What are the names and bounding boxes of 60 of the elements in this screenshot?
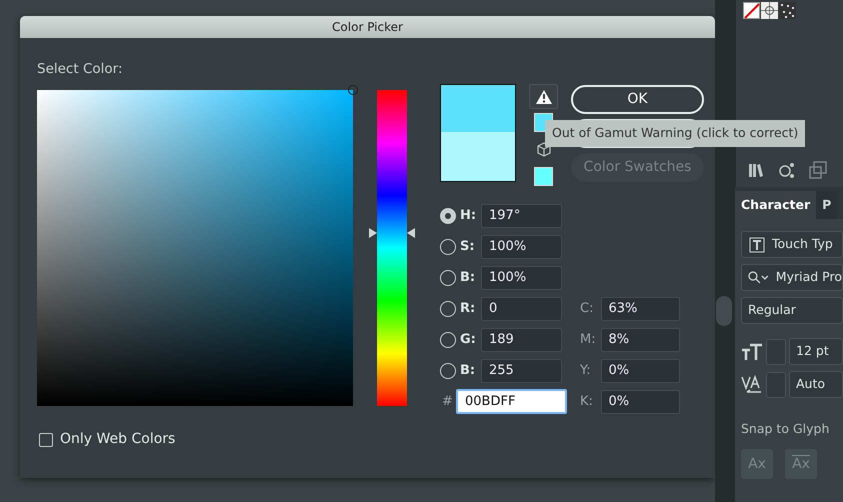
value-field[interactable]: 100% [481,266,562,290]
warning-button[interactable] [529,84,558,110]
web-safe-swatch[interactable] [534,167,553,186]
snap-label: Snap to Glyph [741,420,830,438]
value-field[interactable]: 8% [600,328,680,352]
hex-input-field[interactable]: 00BDFF [456,389,567,414]
field-label: B: [460,362,476,380]
place-icon[interactable] [809,161,827,179]
tracking-field[interactable]: Auto [789,371,843,398]
value-field[interactable]: 197° [481,204,562,228]
field-label: S: [460,238,476,256]
value-field[interactable]: 63% [600,296,680,321]
none-swatch-icon[interactable] [743,2,760,19]
library-icon[interactable] [747,161,765,179]
search-icon [748,271,770,284]
value-field[interactable]: 255 [481,358,562,383]
font-size-icon [741,342,763,360]
field-label: H: [460,207,478,225]
field-label: C: [580,300,594,318]
panel-tab[interactable]: P [816,191,838,219]
font-size-field[interactable]: 12 pt [789,338,843,365]
font-family-field[interactable]: Myriad Pro [741,264,843,291]
field-label: G: [460,331,477,349]
scroll-handle[interactable] [716,296,732,326]
value-field[interactable]: 0% [600,358,680,383]
value-field[interactable]: 0% [600,390,680,414]
radio-button[interactable] [440,362,456,379]
value-field[interactable]: 100% [481,234,562,259]
pattern-swatch-icon[interactable] [779,2,796,19]
field-label: Y: [580,362,592,380]
radio-button[interactable] [440,208,456,224]
tracking-stepper[interactable] [766,372,786,398]
value-field[interactable]: 0 [481,296,562,321]
window-title: Color Picker [20,16,715,38]
cube-icon [536,142,550,158]
field-label: B: [460,269,476,287]
field-label: K: [580,393,594,411]
hue-slider-handle[interactable] [369,228,415,238]
tracking-icon [741,374,763,394]
value-field[interactable]: 189 [481,328,562,352]
field-label: # [442,393,454,411]
font-style-field[interactable]: Regular [741,297,843,324]
radio-button[interactable] [440,300,456,317]
field-label: M: [580,331,597,349]
select-color-label: Select Color: [37,60,122,79]
panel-tab[interactable]: Character [735,191,816,219]
touch-type-button[interactable]: Touch Typ [741,231,843,258]
warning-icon [534,88,552,105]
radio-button[interactable] [440,270,456,286]
radio-button[interactable] [440,332,456,348]
checkbox[interactable] [39,432,53,447]
picker-cursor[interactable] [348,85,358,96]
dialog-button[interactable]: OK [571,85,704,114]
tooltip: Out of Gamut Warning (click to correct) [545,120,806,147]
field-label: R: [460,300,476,318]
checkbox-label: Only Web Colors [60,430,176,450]
radio-button[interactable] [440,238,456,255]
link-icon[interactable] [778,161,796,179]
type-tool-icon [748,236,766,254]
registration-swatch-icon[interactable] [761,2,778,19]
